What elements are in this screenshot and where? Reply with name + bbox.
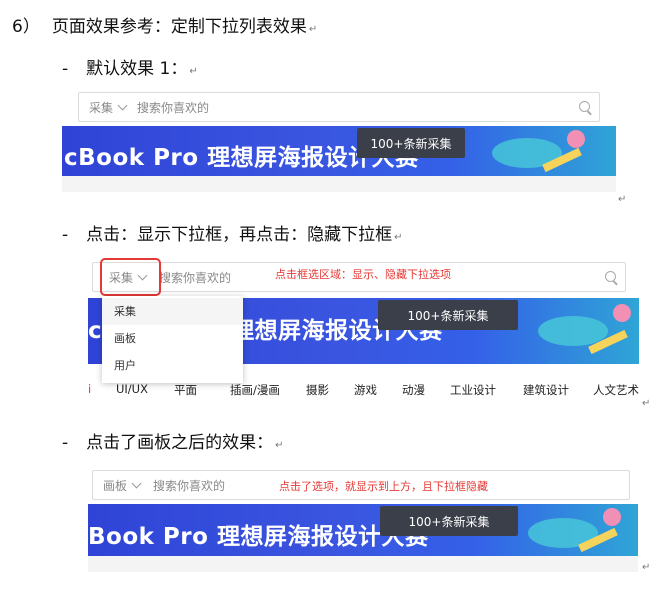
dropdown-option-user[interactable]: 用户 xyxy=(102,352,243,379)
category-value: 采集 xyxy=(89,100,114,115)
paragraph-mark: ↵ xyxy=(275,440,284,451)
dropdown-option-collect[interactable]: 采集 xyxy=(102,298,243,325)
search-bar: 采集 搜索你喜欢的 点击框选区域：显示、隐藏下拉选项 xyxy=(92,262,626,292)
paragraph-mark: ↵ xyxy=(618,194,627,205)
bullet-dash: - xyxy=(62,225,69,245)
search-bar: 画板 搜索你喜欢的 点击了选项，就显示到上方，且下拉框隐藏 xyxy=(92,470,630,500)
page-strip xyxy=(88,556,638,572)
annotation-note: 点击框选区域：显示、隐藏下拉选项 xyxy=(275,268,451,281)
nav-item[interactable]: 摄影 xyxy=(306,382,354,398)
banner-decoration xyxy=(613,304,631,322)
nav-item[interactable]: 建筑设计 xyxy=(523,382,593,398)
new-collections-button[interactable]: 100+条新采集 xyxy=(380,506,518,536)
bullet-label: 默认效果 1： xyxy=(86,59,188,79)
highlight-box xyxy=(100,258,161,296)
banner-title: Book Pro 理想屏海报设计大赛 xyxy=(88,524,429,550)
paragraph-mark: ↵ xyxy=(642,398,651,409)
nav-list: i UI/UX 平面 插画/漫画 摄影 游戏 动漫 工业设计 建筑设计 人文艺术 xyxy=(88,382,639,398)
paragraph-mark: ↵ xyxy=(189,66,198,77)
annotation-note: 点击了选项，就显示到上方，且下拉框隐藏 xyxy=(279,480,488,493)
chevron-down-icon xyxy=(131,478,142,488)
promo-banner: cBook Pro 理想屏海报设计大赛 100+条新采集 xyxy=(62,126,616,176)
new-collections-button[interactable]: 100+条新采集 xyxy=(357,128,465,158)
search-input[interactable]: 搜索你喜欢的 xyxy=(137,93,209,121)
category-dropdown: 采集 画板 用户 xyxy=(102,296,243,383)
bullet-default-effect: - 默认效果 1： ↵ xyxy=(62,54,198,79)
search-bar: 采集 搜索你喜欢的 xyxy=(78,92,600,122)
heading-text: 页面效果参考：定制下拉列表效果 xyxy=(51,17,307,37)
category-select[interactable]: 画板 xyxy=(103,471,142,499)
bullet-label: 点击：显示下拉框，再点击：隐藏下拉框 xyxy=(86,225,393,245)
banner-decoration xyxy=(603,508,621,526)
promo-banner: Book Pro 理想屏海报设计大赛 100+条新采集 xyxy=(88,504,638,556)
nav-item[interactable]: 插画/漫画 xyxy=(230,382,306,398)
nav-item[interactable]: 平面 xyxy=(174,382,230,398)
search-input[interactable]: 搜索你喜欢的 xyxy=(159,263,231,291)
chevron-down-icon xyxy=(117,100,128,110)
dropdown-option-board[interactable]: 画板 xyxy=(102,325,243,352)
paragraph-mark: ↵ xyxy=(394,232,403,243)
category-value: 画板 xyxy=(103,478,128,493)
nav-item[interactable]: UI/UX xyxy=(116,382,174,398)
nav-item[interactable]: 工业设计 xyxy=(450,382,523,398)
bullet-dash: - xyxy=(62,433,69,453)
bullet-dash: - xyxy=(62,59,69,79)
section-heading: 6） 页面效果参考：定制下拉列表效果 ↵ xyxy=(12,12,317,37)
nav-item[interactable]: 人文艺术 xyxy=(593,382,639,398)
bullet-after-board-click: - 点击了画板之后的效果： ↵ xyxy=(62,428,284,453)
search-placeholder: 搜索你喜欢的 xyxy=(137,100,210,115)
search-icon[interactable] xyxy=(605,271,616,282)
nav-marker: i xyxy=(88,382,92,396)
bullet-label: 点击了画板之后的效果： xyxy=(86,433,274,453)
search-input[interactable]: 搜索你喜欢的 xyxy=(153,471,225,499)
paragraph-mark: ↵ xyxy=(308,24,318,35)
nav-item[interactable]: 动漫 xyxy=(402,382,450,398)
search-icon[interactable] xyxy=(579,101,590,112)
nav-item[interactable]: 游戏 xyxy=(354,382,402,398)
heading-number: 6） xyxy=(12,17,40,37)
search-placeholder: 搜索你喜欢的 xyxy=(159,270,232,285)
new-collections-button[interactable]: 100+条新采集 xyxy=(378,300,518,330)
category-select[interactable]: 采集 xyxy=(89,93,128,121)
banner-decoration xyxy=(567,130,585,148)
page-strip xyxy=(62,176,616,192)
bullet-click-toggle: - 点击：显示下拉框，再点击：隐藏下拉框 ↵ xyxy=(62,220,403,245)
paragraph-mark: ↵ xyxy=(642,562,651,573)
search-placeholder: 搜索你喜欢的 xyxy=(153,478,226,493)
